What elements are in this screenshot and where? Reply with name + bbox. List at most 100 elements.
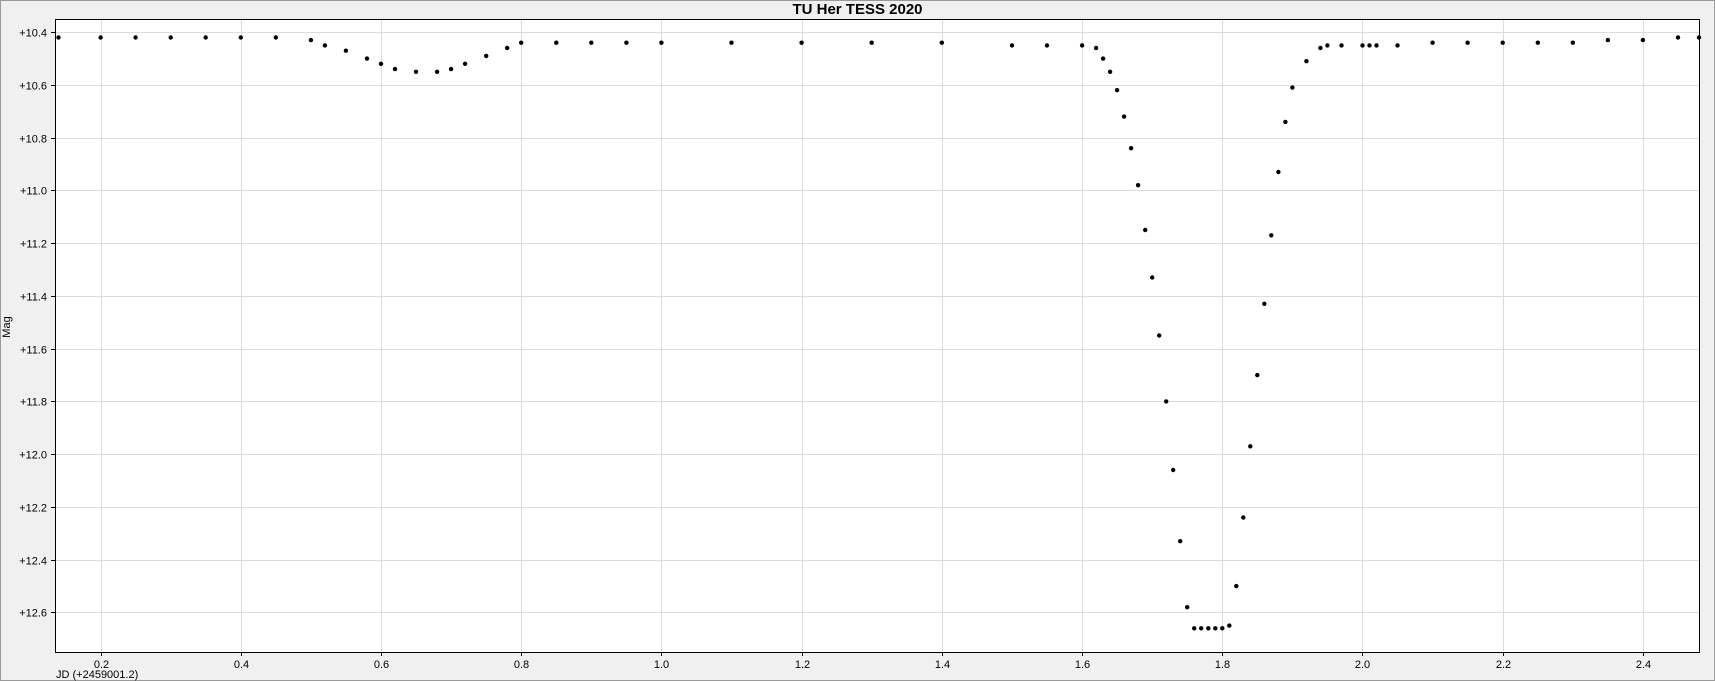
data-point [413,69,419,75]
data-point [1500,40,1505,45]
y-tick-label: +10.6 [19,81,47,93]
data-point [1605,37,1611,43]
data-point [1234,583,1239,589]
y-axis-label: Mag [1,316,13,337]
y-tick-label: +12.0 [19,450,47,462]
y-axis-ticks: +10.4 +10.6 +10.8 +11.0 +11.2 +11.4 +11.6 +11.8… [19,28,55,620]
data-point [1374,43,1379,48]
y-tick-label: +10.8 [19,134,47,146]
data-point [1276,169,1281,175]
chart-canvas: 0.2 0.4 0.6 0.8 1.0 1.2 1.4 1.6 1.8 2.0 2.2 2.4 +10… [1,19,1702,681]
data-point [56,35,61,40]
data-point [1009,43,1015,48]
data-point [1213,626,1218,631]
data-point [1430,40,1435,45]
data-point [308,37,314,43]
data-point [624,40,629,45]
x-tick-label: 0.4 [234,659,249,671]
data-point [1248,444,1253,449]
y-tick-label: +11.2 [20,239,47,251]
x-tick-label: 1.6 [1075,659,1090,671]
y-tick-label: +12.6 [19,608,47,620]
data-point [1192,626,1197,631]
y-tick-label: +12.4 [19,556,47,568]
data-point [273,35,278,40]
data-point [1128,146,1134,151]
y-tick-label: +11.0 [20,186,47,198]
data-point [1535,40,1541,45]
x-tick-label: 1.8 [1215,659,1230,671]
data-point [1241,515,1246,520]
data-point [1185,605,1190,610]
x-tick-label: 2.2 [1496,659,1511,671]
x-tick-label: 0.6 [374,659,389,671]
x-tick-label: 1.2 [795,659,810,671]
data-point [1135,183,1141,188]
data-point [519,40,524,45]
data-point [1143,227,1148,233]
data-point [869,40,874,45]
data-point [98,35,103,40]
y-tick-label: +12.2 [19,503,47,515]
data-point [1367,43,1372,48]
data-point [378,61,384,66]
y-tick-label: +11.6 [20,345,47,357]
data-point [1171,467,1176,473]
data-point [1290,85,1295,90]
data-point [448,66,454,72]
data-point [462,61,468,66]
data-point [434,69,440,75]
x-tick-label: 2.0 [1355,659,1370,671]
data-point [1044,43,1050,48]
x-tick-label: 1.4 [935,659,950,671]
data-point [1114,88,1120,93]
y-tick-label: +11.4 [20,292,47,304]
data-point [1395,43,1400,48]
y-tick-label: +10.4 [19,28,47,40]
data-point [1199,626,1204,631]
data-point [203,35,208,40]
data-point [1107,69,1113,75]
data-point [238,35,243,40]
data-point [1570,40,1576,45]
plot-area [55,19,1699,652]
data-point [133,35,138,40]
data-point [589,40,594,45]
data-point [1325,43,1330,48]
data-point [1675,35,1681,40]
data-point [364,56,370,61]
data-point [659,40,664,45]
data-point [392,66,398,72]
data-point [1465,40,1470,45]
y-tick-label: +11.8 [20,397,47,409]
data-point [168,35,173,40]
data-point [343,48,349,53]
data-point [1079,43,1085,48]
data-point [1206,626,1211,631]
data-point [1121,114,1127,119]
data-point [1339,43,1344,48]
data-point [1283,119,1288,125]
x-tick-label: 2.4 [1636,659,1651,671]
data-point [1269,233,1274,238]
data-point [1178,539,1183,544]
data-point [1318,45,1323,51]
data-point [554,40,559,45]
data-point [799,40,804,45]
data-point [729,40,734,45]
data-point [1093,45,1099,51]
x-axis-ticks: 0.2 0.4 0.6 0.8 1.0 1.2 1.4 1.6 1.8 2.0 2.2 2.4 [94,652,1651,671]
data-point [1640,37,1646,43]
data-point [1157,333,1162,338]
data-point [484,53,489,59]
data-point [1100,56,1106,61]
data-point [1227,623,1232,628]
data-point [1360,43,1365,48]
x-tick-label: 0.8 [514,659,529,671]
data-point [1150,275,1155,280]
data-point [322,43,328,48]
data-point [939,40,944,45]
x-tick-label: 1.0 [654,659,669,671]
data-point [1220,626,1225,631]
data-point [1164,399,1169,404]
